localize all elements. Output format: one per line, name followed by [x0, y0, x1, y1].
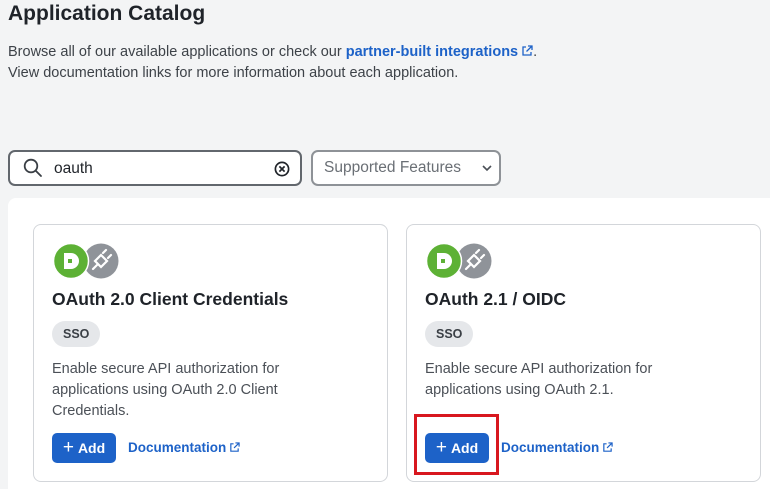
search-field[interactable] [8, 150, 302, 186]
app-logos [425, 242, 492, 280]
card-description: Enable secure API authorization for appl… [425, 361, 653, 398]
app-card-oauth-2-0-client-credentials: OAuth 2.0 Client Credentials SSO Enable … [33, 224, 388, 482]
card-title: OAuth 2.1 / OIDC [425, 289, 566, 309]
app-logos [52, 242, 119, 280]
app-logo-icon [52, 242, 90, 280]
partner-link-label: partner-built integrations [345, 44, 519, 60]
documentation-label: Documentation [501, 440, 600, 455]
page-title: Application Catalog [8, 2, 206, 25]
documentation-label: Documentation [128, 440, 227, 455]
supported-features-select[interactable]: Supported Features [311, 150, 501, 186]
external-link-icon [522, 45, 533, 56]
external-link-icon [603, 442, 613, 452]
app-logo-icon [425, 242, 463, 280]
partner-integrations-link[interactable]: partner-built integrations [346, 44, 533, 60]
highlight-annotation-box [414, 414, 499, 475]
chevron-down-icon [482, 165, 492, 172]
sso-badge: SSO [52, 321, 101, 347]
supported-features-label: Supported Features [324, 159, 462, 176]
clear-search-icon[interactable] [274, 161, 290, 177]
search-icon [23, 158, 42, 177]
intro-text: Browse all of our available applications… [8, 42, 537, 84]
plus-icon: + [62, 436, 74, 458]
intro-period: . [533, 44, 538, 60]
add-button-label: Add [77, 440, 106, 456]
external-link-icon [230, 442, 240, 452]
card-title: OAuth 2.0 Client Credentials [52, 289, 289, 309]
search-input[interactable] [54, 158, 264, 180]
intro-line-2: View documentation links for more inform… [8, 65, 459, 81]
add-button[interactable]: + Add [52, 433, 116, 463]
documentation-link[interactable]: Documentation [501, 440, 613, 455]
intro-prefix: Browse all of our available applications… [8, 44, 346, 60]
sso-badge: SSO [425, 321, 474, 347]
documentation-link[interactable]: Documentation [128, 440, 240, 455]
card-description: Enable secure API authorization for appl… [52, 361, 280, 419]
intro-line-1: Browse all of our available applications… [8, 42, 537, 63]
